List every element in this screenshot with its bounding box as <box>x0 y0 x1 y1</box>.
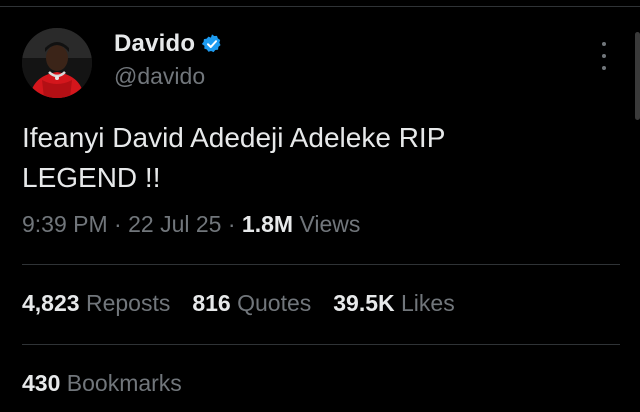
avatar-icon <box>22 28 92 98</box>
quotes-stat[interactable]: 816 Quotes <box>192 290 311 316</box>
views-count[interactable]: 1.8M <box>242 211 293 237</box>
author-name-row[interactable]: Davido <box>114 28 223 60</box>
bookmarks-stat[interactable]: 430 Bookmarks <box>22 370 182 397</box>
likes-label: Likes <box>401 290 455 316</box>
views-label: Views <box>299 211 361 237</box>
quotes-label: Quotes <box>237 290 312 316</box>
tweet-date[interactable]: 22 Jul 25 <box>128 211 221 237</box>
bookmarks-label: Bookmarks <box>66 370 182 396</box>
reposts-count: 4,823 <box>22 290 80 316</box>
more-dot <box>602 66 606 70</box>
reposts-label: Reposts <box>85 290 171 316</box>
divider <box>22 344 620 345</box>
divider <box>22 264 620 265</box>
meta-separator: · <box>114 211 122 237</box>
more-dot <box>602 42 606 46</box>
likes-count: 39.5K <box>333 290 395 316</box>
author-handle[interactable]: @davido <box>114 63 205 90</box>
tweet-text: Ifeanyi David Adedeji Adeleke RIP LEGEND… <box>22 122 446 193</box>
meta-separator: · <box>227 211 236 237</box>
engagement-stats: 4,823 Reposts 816 Quotes 39.5K Likes <box>22 290 455 317</box>
more-dot <box>602 54 606 58</box>
tweet-meta: 9:39 PM · 22 Jul 25 · 1.8M Views <box>22 211 360 238</box>
bookmarks-count: 430 <box>22 370 61 396</box>
top-divider <box>0 6 640 7</box>
quotes-count: 816 <box>192 290 231 316</box>
reposts-stat[interactable]: 4,823 Reposts <box>22 290 170 316</box>
verified-badge-icon <box>202 34 221 53</box>
scrollbar[interactable] <box>635 32 640 120</box>
more-options-icon[interactable] <box>598 42 610 70</box>
author-display-name[interactable]: Davido <box>114 30 195 58</box>
tweet-time[interactable]: 9:39 PM <box>22 211 108 237</box>
likes-stat[interactable]: 39.5K Likes <box>333 290 454 316</box>
avatar[interactable] <box>22 28 92 98</box>
